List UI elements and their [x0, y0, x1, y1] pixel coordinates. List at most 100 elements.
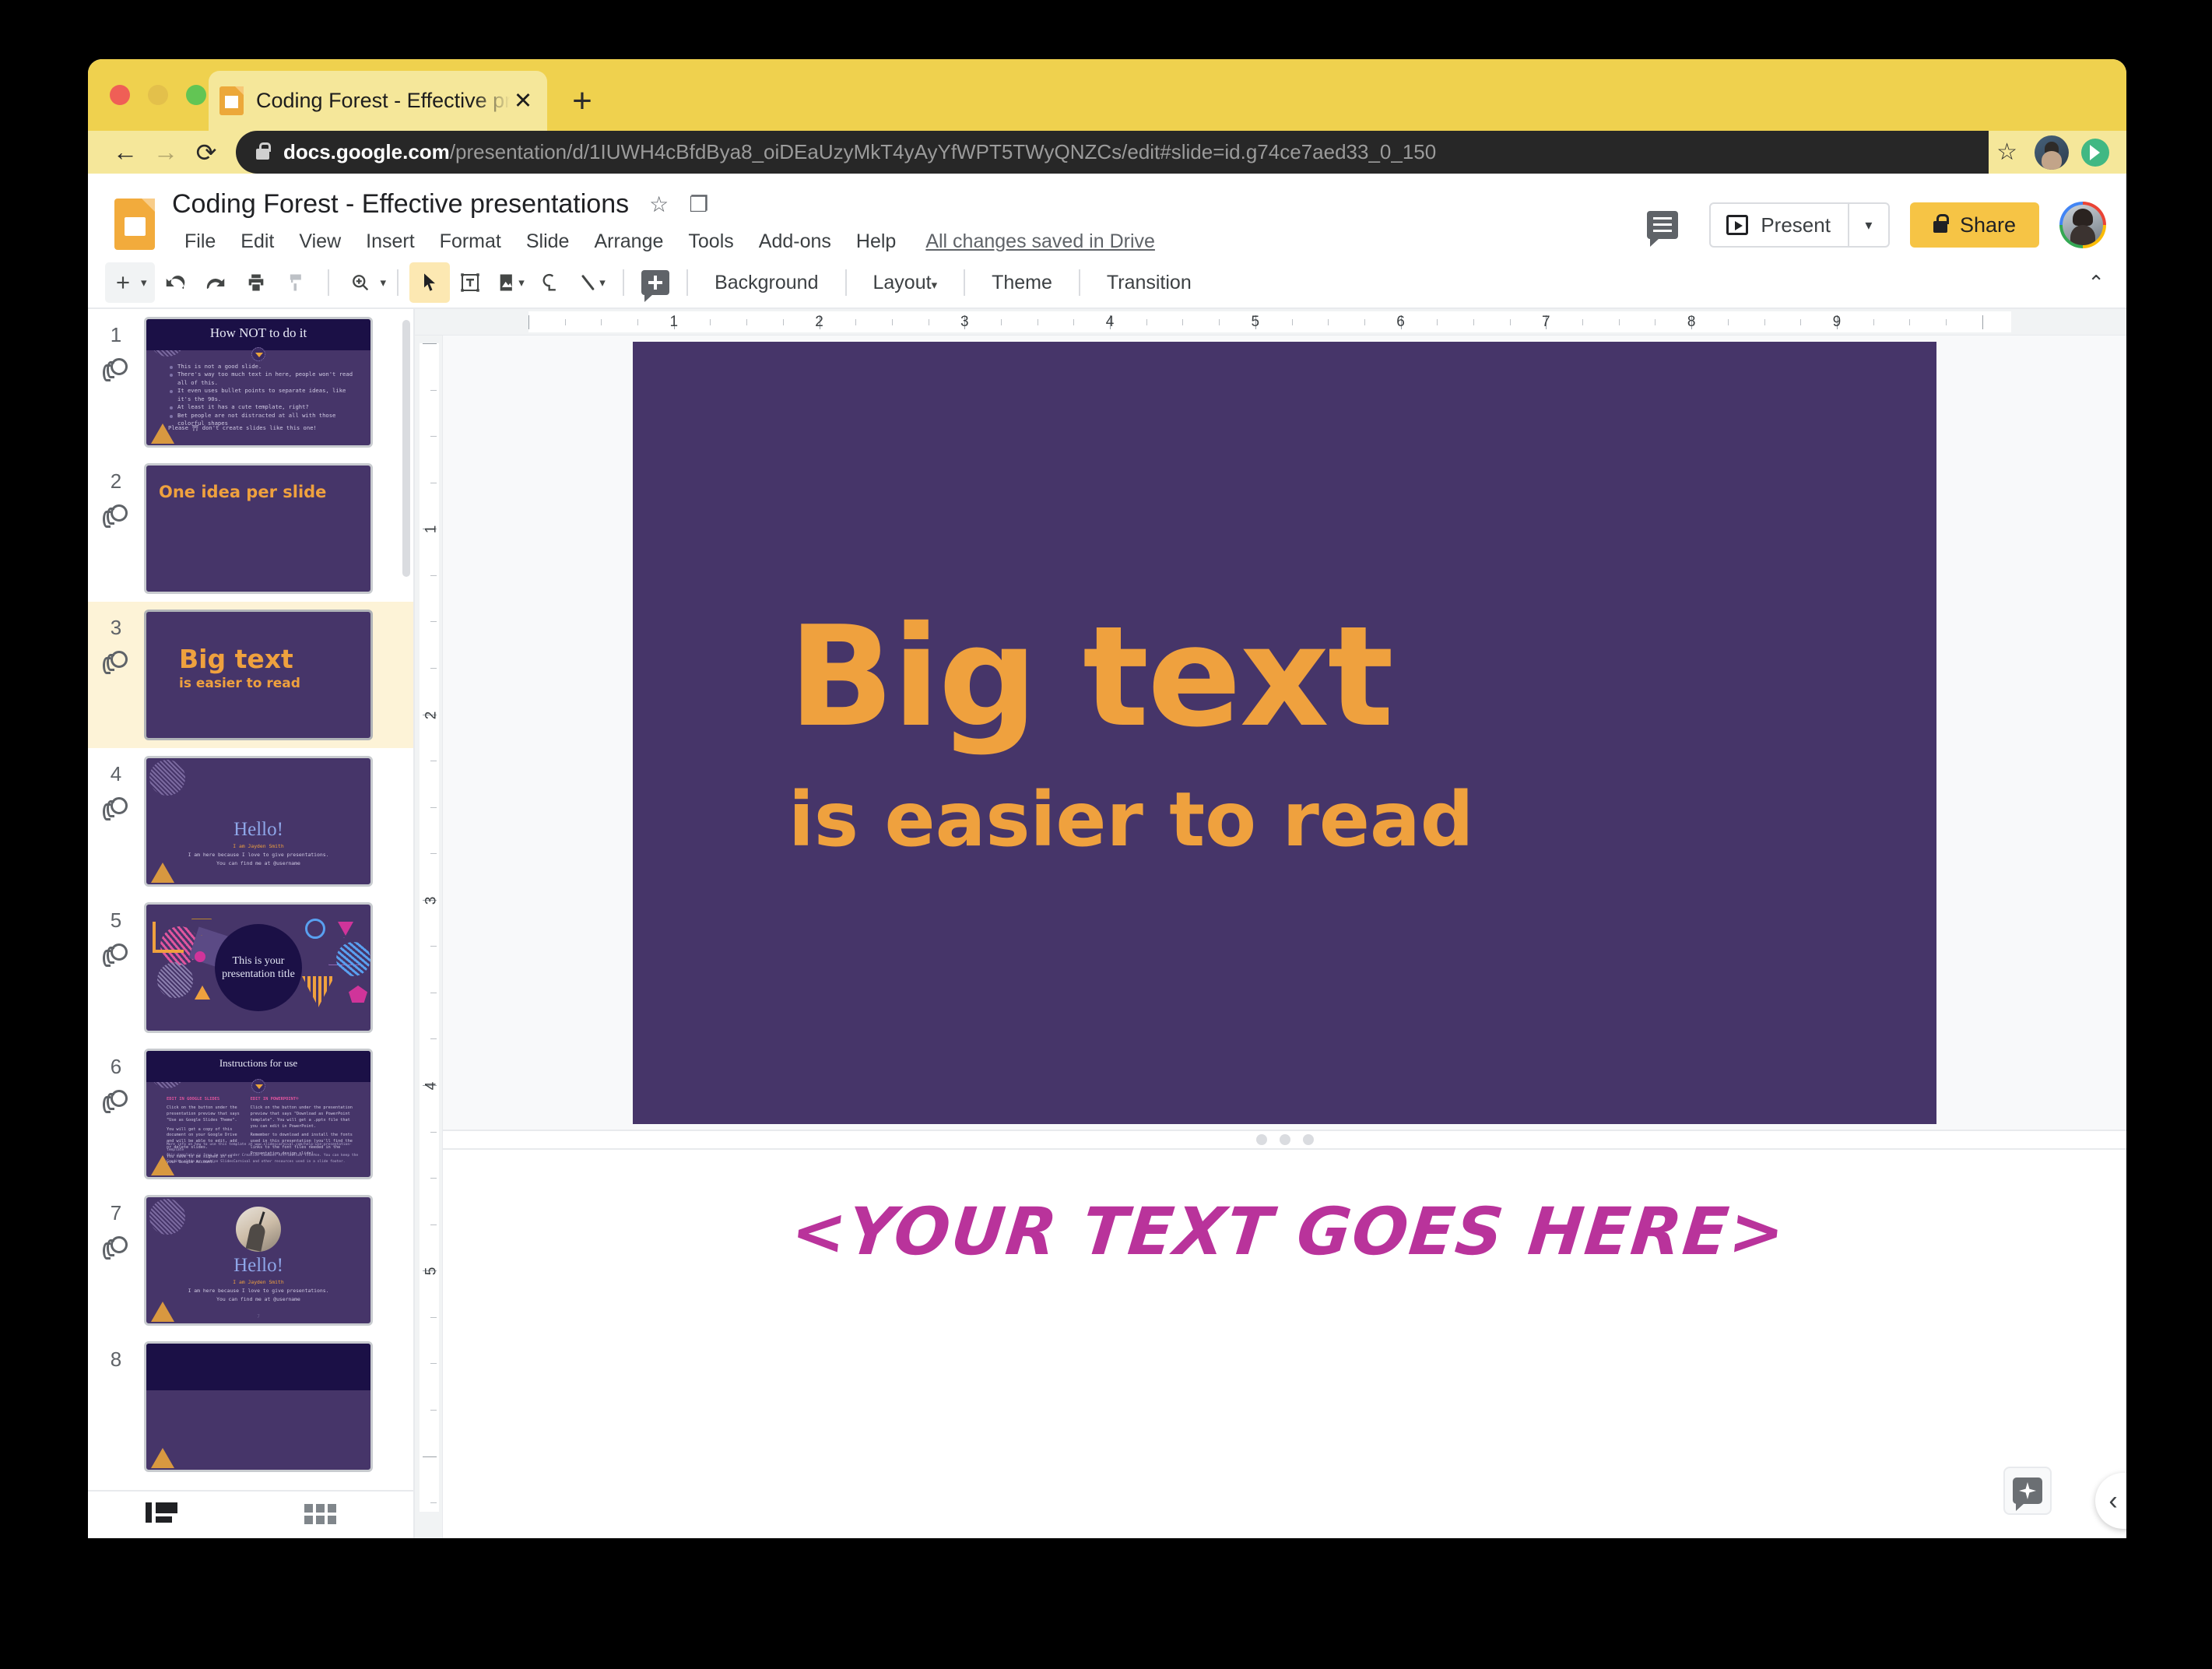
- print-button[interactable]: [236, 262, 276, 303]
- address-bar[interactable]: docs.google.com/presentation/d/1IUWH4cBf…: [236, 131, 2126, 174]
- list-item[interactable]: 7 Hello! I am Jayden Smith I am here bec…: [88, 1187, 413, 1333]
- list-item[interactable]: 3 Big text is easier to read: [88, 602, 413, 748]
- text-box-button[interactable]: [450, 262, 490, 303]
- new-tab-button[interactable]: +: [567, 84, 598, 118]
- slide-filmstrip[interactable]: 1 How NOT to do it This is not a good sl…: [88, 309, 415, 1538]
- comment-history-icon[interactable]: [1647, 211, 1679, 247]
- url-text: docs.google.com/presentation/d/1IUWH4cBf…: [283, 140, 1436, 164]
- back-icon[interactable]: ←: [105, 132, 146, 173]
- table-row[interactable]: Instructions for use EDIT IN GOOGLE SLID…: [144, 1049, 373, 1179]
- shape-button[interactable]: [531, 262, 571, 303]
- bookmark-star-icon[interactable]: ☆: [1996, 139, 2017, 166]
- collapse-toolbar-chevron-up-icon[interactable]: ⌃: [2087, 271, 2112, 295]
- menu-item-slide[interactable]: Slide: [514, 226, 582, 258]
- present-play-icon: [1726, 215, 1749, 235]
- extension-icon[interactable]: [2081, 138, 2109, 167]
- thumbnail-meta: 8: [88, 1341, 144, 1372]
- select-tool-button[interactable]: [409, 262, 451, 303]
- toolbar-divider: [623, 269, 625, 296]
- menu-item-insert[interactable]: Insert: [353, 226, 427, 258]
- table-row[interactable]: How NOT to do it This is not a good slid…: [144, 317, 373, 448]
- menu-item-arrange[interactable]: Arrange: [581, 226, 676, 258]
- slides-app: Coding Forest - Effective presentations …: [88, 174, 2126, 1538]
- collapse-panel-chevron-left-icon[interactable]: ‹: [2095, 1473, 2126, 1529]
- table-row[interactable]: Big text is easier to read: [144, 610, 373, 740]
- move-to-folder-icon[interactable]: ❐: [689, 191, 708, 217]
- present-button[interactable]: Present: [1711, 204, 1848, 246]
- theme-button[interactable]: Theme: [976, 272, 1068, 294]
- chevron-down-icon[interactable]: ▾: [518, 276, 525, 290]
- minimize-window-button[interactable]: [148, 85, 168, 105]
- vertical-ruler[interactable]: 1 2 3 4 5: [415, 336, 443, 1538]
- grid-view-button[interactable]: [304, 1499, 343, 1530]
- zoom-button[interactable]: [340, 262, 381, 303]
- layout-layers-icon: [103, 651, 129, 674]
- ruler-tick: [430, 1502, 437, 1504]
- layout-button[interactable]: Layout▾: [858, 272, 953, 294]
- current-slide[interactable]: Big text is easier to read: [633, 341, 1936, 1124]
- chevron-down-icon[interactable]: ▾: [599, 276, 606, 290]
- avatar[interactable]: [2059, 202, 2106, 248]
- table-row[interactable]: This is your presentation title: [144, 902, 373, 1033]
- chevron-down-icon[interactable]: ▾: [141, 276, 147, 290]
- list-item[interactable]: 6 Instructions for use EDIT IN GOOGLE SL…: [88, 1041, 413, 1187]
- horizontal-ruler[interactable]: 1 2 3 4 5 6 7 8 9: [415, 309, 2126, 336]
- undo-button[interactable]: [155, 262, 195, 303]
- tab-title: Coding Forest - Effective presentations: [256, 89, 510, 112]
- maximize-window-button[interactable]: [186, 85, 206, 105]
- insert-image-button[interactable]: ▾: [490, 262, 531, 303]
- list-item[interactable]: 5 This is your presentation title: [88, 894, 413, 1041]
- thumbnail-meta: 5: [88, 902, 144, 967]
- document-title[interactable]: Coding Forest - Effective presentations: [172, 189, 629, 220]
- slide-subtext: I am Jayden Smith I am here because I lo…: [157, 1278, 360, 1304]
- table-row[interactable]: Hello! I am Jayden Smith I am here becau…: [144, 756, 373, 887]
- slide-line-2[interactable]: is easier to read: [788, 782, 1936, 857]
- ruler-tick: [855, 318, 857, 325]
- list-item[interactable]: 1 How NOT to do it This is not a good sl…: [88, 309, 413, 455]
- table-row[interactable]: Hello! I am Jayden Smith I am here becau…: [144, 1195, 373, 1326]
- menu-item-tools[interactable]: Tools: [676, 226, 746, 258]
- menu-item-format[interactable]: Format: [427, 226, 514, 258]
- close-window-button[interactable]: [110, 85, 130, 105]
- ruler-label: 4: [1105, 313, 1115, 330]
- close-icon[interactable]: ✕: [510, 88, 536, 114]
- filmstrip-scroll-area[interactable]: 1 How NOT to do it This is not a good sl…: [88, 309, 413, 1490]
- slide-canvas-area[interactable]: Big text is easier to read: [443, 336, 2126, 1130]
- reload-icon[interactable]: ⟳: [186, 132, 226, 173]
- url-path: /presentation/d/1IUWH4cBfdBya8_oiDEaUzyM…: [449, 140, 1437, 163]
- browser-tab[interactable]: Coding Forest - Effective presentations …: [209, 71, 547, 131]
- list-item[interactable]: 4 Hello! I am Jayden Smith I am here bec…: [88, 748, 413, 894]
- profile-avatar-icon[interactable]: [2035, 135, 2069, 170]
- table-row[interactable]: One idea per slide: [144, 463, 373, 594]
- filmstrip-scrollbar[interactable]: [402, 320, 410, 577]
- redo-button[interactable]: [195, 262, 236, 303]
- menu-item-view[interactable]: View: [286, 226, 353, 258]
- explore-button[interactable]: [2003, 1467, 2052, 1515]
- present-options-chevron-down-icon[interactable]: ▾: [1847, 204, 1888, 246]
- menu-item-help[interactable]: Help: [844, 226, 908, 258]
- new-slide-button[interactable]: ▾: [105, 262, 155, 303]
- zoom-chevron-down-icon[interactable]: ▾: [381, 276, 387, 290]
- list-item[interactable]: 2 One idea per slide: [88, 455, 413, 602]
- save-status[interactable]: All changes saved in Drive: [925, 230, 1155, 253]
- table-row[interactable]: [144, 1341, 373, 1472]
- present-group: Present ▾: [1709, 202, 1890, 248]
- speaker-notes-text[interactable]: <YOUR TEXT GOES HERE>: [788, 1193, 2126, 1270]
- filmstrip-view-button[interactable]: [146, 1499, 184, 1530]
- explore-sparkle-icon: [2013, 1478, 2042, 1511]
- share-button[interactable]: Share: [1909, 202, 2039, 248]
- notes-resize-handle[interactable]: [443, 1130, 2126, 1150]
- line-button[interactable]: ▾: [571, 262, 612, 303]
- list-item[interactable]: 8: [88, 1333, 413, 1480]
- insert-comment-button[interactable]: [635, 262, 676, 303]
- menu-item-edit[interactable]: Edit: [228, 226, 286, 258]
- transition-button[interactable]: Transition: [1091, 272, 1207, 294]
- background-button[interactable]: Background: [699, 272, 834, 294]
- slide-line-1[interactable]: Big text: [788, 608, 1936, 747]
- forward-icon[interactable]: →: [146, 132, 186, 173]
- menu-item-file[interactable]: File: [172, 226, 228, 258]
- star-icon[interactable]: ☆: [649, 191, 669, 217]
- speaker-notes-pane[interactable]: <YOUR TEXT GOES HERE> ‹: [443, 1150, 2126, 1538]
- menu-item-addons[interactable]: Add-ons: [746, 226, 844, 258]
- paint-format-button[interactable]: [276, 262, 317, 303]
